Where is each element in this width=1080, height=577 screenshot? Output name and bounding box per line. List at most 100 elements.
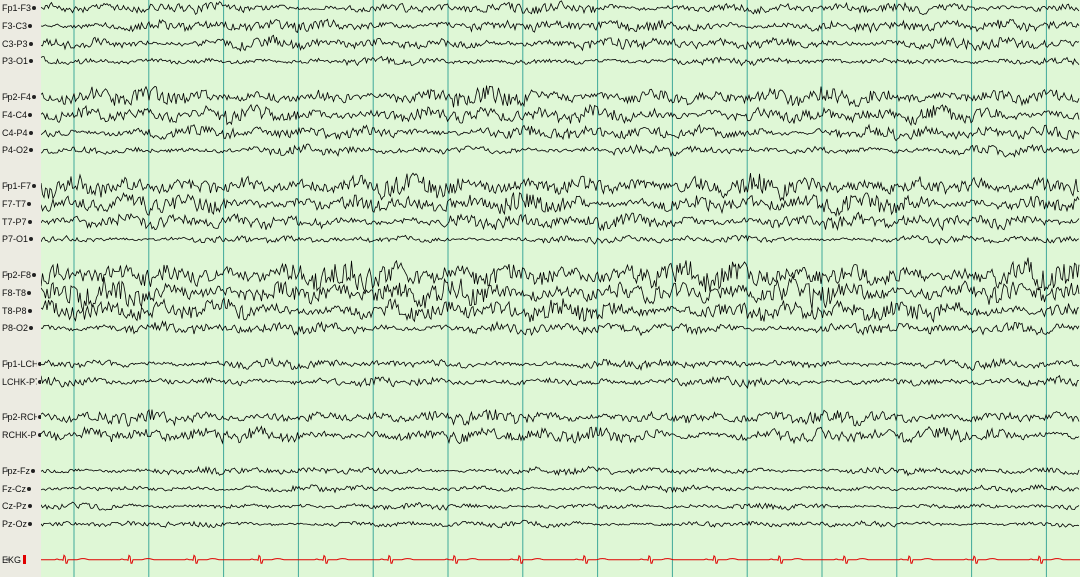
- eeg-trace: [41, 55, 1080, 67]
- eeg-trace: [41, 275, 1080, 312]
- ekg-trace: [41, 554, 1080, 564]
- channel-label-text: F8-T8: [2, 287, 27, 298]
- channel-label[interactable]: Fp1-F7: [2, 180, 42, 192]
- channel-dot-icon: [28, 130, 33, 135]
- channel-dot-icon: [29, 59, 34, 64]
- channel-label[interactable]: P8-O2: [2, 322, 42, 334]
- channel-label[interactable]: C3-P3: [2, 38, 42, 50]
- eeg-trace: [41, 297, 1080, 323]
- channel-label-text: RCHK-P8: [2, 430, 37, 441]
- eeg-trace: [41, 484, 1080, 494]
- channel-dot-icon: [28, 23, 33, 28]
- eeg-trace: [41, 18, 1080, 34]
- channel-dot-icon: [32, 184, 37, 188]
- channel-label[interactable]: Fpz-Fz: [2, 465, 42, 477]
- channel-dot-icon: [32, 6, 37, 10]
- channel-label-text: F7-T7: [2, 198, 27, 209]
- eeg-trace: [41, 519, 1080, 529]
- channel-label-sidebar: Fp1-F3 F3-C3 C3-P3 P3-O1 Fp2-F4 F4-C4 C4-P4 P4-…: [0, 0, 42, 577]
- eeg-trace: [41, 465, 1080, 477]
- eeg-trace: [41, 320, 1080, 337]
- channel-label[interactable]: Cz-Pz: [2, 500, 42, 512]
- channel-label[interactable]: Fp2-F4: [2, 91, 42, 103]
- channel-label[interactable]: RCHK-P8: [2, 429, 42, 441]
- eeg-trace: [41, 123, 1080, 142]
- channel-label-text: Fp2-F8: [2, 270, 32, 280]
- channel-label-text: Fp1-F3: [2, 3, 32, 13]
- channel-label[interactable]: F4-C4: [2, 109, 42, 121]
- channel-label[interactable]: Fz-Cz: [2, 483, 42, 495]
- channel-label-text: C3-P3: [2, 38, 28, 49]
- eeg-trace: [41, 211, 1080, 232]
- channel-dot-icon: [27, 201, 32, 206]
- channel-label-text: P8-O2: [2, 323, 29, 334]
- channel-dot-icon: [28, 41, 33, 46]
- channel-dot-icon: [29, 148, 34, 153]
- eeg-review-window: Fp1-F3 F3-C3 C3-P3 P3-O1 Fp2-F4 F4-C4 C4-P4 P4-…: [0, 0, 1080, 577]
- channel-label[interactable]: P4-O2: [2, 144, 42, 156]
- channel-label-text: P3-O1: [2, 56, 29, 67]
- channel-label-text: EKG: [2, 554, 22, 565]
- channel-label[interactable]: F8-T8: [2, 287, 42, 299]
- eeg-trace: [41, 34, 1080, 52]
- channel-label[interactable]: T8-P8: [2, 305, 42, 317]
- channel-dot-icon: [27, 290, 32, 295]
- eeg-trace: [41, 191, 1080, 218]
- channel-label-text: LCHK-P7: [2, 376, 37, 387]
- channel-label[interactable]: Pz-Oz: [2, 518, 42, 530]
- channel-label-text: Fp1-F7: [2, 181, 32, 191]
- channel-label-text: F3-C3: [2, 20, 28, 31]
- waveform-display[interactable]: [41, 0, 1080, 577]
- channel-label-text: Fz-Cz: [2, 483, 26, 494]
- eeg-trace: [41, 103, 1080, 127]
- channel-label-text: P7-O1: [2, 234, 29, 245]
- channel-dot-icon: [29, 326, 34, 331]
- eeg-trace: [41, 374, 1079, 389]
- channel-label[interactable]: C4-P4: [2, 127, 42, 139]
- channel-label[interactable]: EKG: [2, 554, 42, 566]
- channel-label[interactable]: Fp2-F8: [2, 269, 42, 281]
- channel-label[interactable]: P7-O1: [2, 233, 42, 245]
- eeg-trace: [41, 85, 1080, 108]
- channel-label-text: Fp2-F4: [2, 92, 32, 102]
- channel-dot-icon: [31, 468, 35, 473]
- channel-label[interactable]: F7-T7: [2, 198, 42, 210]
- channel-label-text: Cz-Pz: [2, 501, 27, 512]
- channel-label[interactable]: Fp1-LCHK: [2, 358, 42, 370]
- channel-dot-icon: [29, 237, 34, 242]
- eeg-trace: [41, 257, 1080, 294]
- channel-label-text: Fp2-RCHK: [2, 412, 37, 423]
- eeg-trace: [41, 356, 1080, 372]
- eeg-trace: [41, 172, 1080, 202]
- channel-dot-icon: [27, 504, 32, 509]
- channel-dot-icon: [28, 522, 33, 527]
- channel-dot-icon: [27, 219, 32, 224]
- channel-label-text: P4-O2: [2, 145, 29, 156]
- channel-label-text: C4-P4: [2, 127, 28, 138]
- channel-label-text: Pz-Oz: [2, 519, 28, 530]
- channel-dot-icon: [28, 112, 33, 117]
- channel-dot-icon: [32, 95, 37, 99]
- channel-label[interactable]: P3-O1: [2, 55, 42, 67]
- channel-label[interactable]: Fp1-F3: [2, 2, 42, 14]
- eeg-trace: [41, 409, 1080, 427]
- channel-label[interactable]: F3-C3: [2, 20, 42, 32]
- channel-label-text: F4-C4: [2, 109, 28, 120]
- eeg-trace: [41, 234, 1080, 246]
- channel-label-text: Fp1-LCHK: [2, 359, 37, 369]
- channel-dot-icon: [27, 308, 32, 313]
- channel-label[interactable]: T7-P7: [2, 216, 42, 228]
- channel-label[interactable]: Fp2-RCHK: [2, 411, 42, 423]
- ekg-marker-icon: [23, 555, 27, 565]
- channel-label-text: T8-P8: [2, 305, 27, 316]
- channel-dot-icon: [27, 486, 31, 491]
- channel-label[interactable]: LCHK-P7: [2, 376, 42, 388]
- channel-dot-icon: [32, 273, 37, 277]
- eeg-trace: [41, 143, 1080, 158]
- waveform-canvas[interactable]: [41, 0, 1080, 577]
- channel-label-text: Fpz-Fz: [2, 465, 30, 476]
- eeg-trace: [41, 425, 1080, 445]
- channel-label-text: T7-P7: [2, 216, 27, 227]
- eeg-trace: [41, 0, 1080, 16]
- eeg-trace: [41, 501, 1080, 511]
